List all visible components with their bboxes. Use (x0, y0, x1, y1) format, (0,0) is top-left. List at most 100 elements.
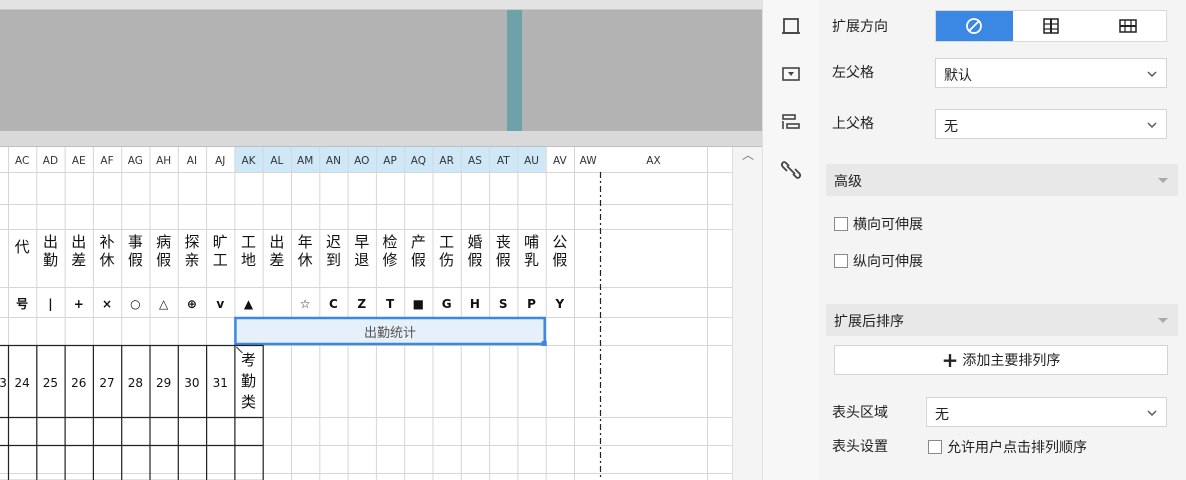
header-area-select[interactable]: 无 (926, 397, 1167, 427)
leave-type-label: 工 (439, 233, 454, 251)
chevron-down-icon (1147, 122, 1157, 128)
leave-type-label: 退 (354, 251, 369, 269)
leave-type-label: 婚 (467, 233, 482, 251)
leave-type-label: 事 (128, 233, 143, 251)
leave-type-label: 假 (467, 251, 482, 269)
add-sort-label: 添加主要排列序 (962, 353, 1061, 369)
attendance-symbol: v (216, 297, 224, 311)
column-label: AL (270, 155, 283, 167)
frozen-region (0, 10, 762, 131)
column-label: AJ (215, 155, 225, 167)
add-primary-sort-button[interactable]: + 添加主要排列序 (834, 345, 1168, 375)
frozen-divider[interactable] (507, 10, 522, 131)
scroll-up-icon[interactable]: ︿ (739, 147, 757, 163)
cell-grid[interactable]: AC AD AE AF AG AH AI AJ AK AL AM AN AO AP AQ AR AS AT AU AV… (0, 147, 732, 480)
leave-type-label: 病 (156, 233, 171, 251)
leave-type-label: 探 (184, 233, 199, 251)
day-number: 25 (43, 376, 58, 390)
column-label: AS (468, 155, 482, 167)
leave-type-label: 修 (383, 251, 398, 269)
header-area-value: 无 (935, 407, 949, 423)
advanced-title: 高级 (834, 174, 862, 190)
spreadsheet-area[interactable]: AC AD AE AF AG AH AI AJ AK AL AM AN AO AP AQ AR AS AT AU AV… (0, 0, 762, 480)
category-char: 类 (241, 393, 256, 411)
day-number: 26 (71, 376, 86, 390)
vertical-expand-option[interactable]: 纵向可伸展 (834, 251, 923, 271)
day-number: 27 (99, 376, 114, 390)
attendance-symbol: × (102, 297, 112, 311)
leave-type-label: 年 (298, 233, 313, 251)
cell-box-icon[interactable] (781, 16, 801, 36)
header-area-label: 表头区域 (832, 405, 888, 421)
vertical-expand-label: 纵向可伸展 (853, 254, 923, 270)
attendance-symbol: ☆ (300, 297, 311, 311)
leave-type-label: 公 (552, 233, 567, 251)
category-char: 考 (241, 351, 256, 369)
leave-type-label: 假 (411, 251, 426, 269)
collapse-triangle-icon (1158, 178, 1168, 183)
vertical-expand-checkbox[interactable] (834, 254, 848, 268)
corner-marker (236, 346, 243, 354)
leave-type-label: 休 (298, 251, 313, 269)
link-icon[interactable] (781, 160, 801, 180)
column-label: AP (383, 155, 397, 167)
widget-icon[interactable] (781, 112, 801, 132)
day-number: 31 (213, 376, 228, 390)
column-label: AI (187, 155, 197, 167)
allow-user-sort-option[interactable]: 允许用户点击排列顺序 (928, 437, 1087, 457)
leave-type-label: 休 (100, 251, 115, 269)
column-label: AW (580, 155, 598, 167)
expand-horizontal-button[interactable] (1089, 11, 1166, 41)
leave-type-label: 工 (241, 233, 256, 251)
leave-type-label: 假 (496, 251, 511, 269)
leave-type-label: 旷 (213, 233, 228, 251)
collapse-triangle-icon (1158, 318, 1168, 323)
column-label: AU (524, 155, 539, 167)
leave-type-label: 出 (71, 233, 86, 251)
sort-title: 扩展后排序 (834, 314, 904, 330)
vertical-grid-icon (1043, 18, 1059, 34)
leave-type-label: 亲 (184, 251, 199, 269)
allow-user-sort-label: 允许用户点击排列顺序 (947, 440, 1087, 456)
allow-user-sort-checkbox[interactable] (928, 440, 942, 454)
expand-direction-label: 扩展方向 (832, 19, 888, 35)
leave-type-label: 哺 (524, 233, 539, 251)
column-label: AF (100, 155, 113, 167)
category-char: 勤 (241, 372, 256, 390)
attendance-symbol: ○ (130, 297, 140, 311)
column-label: AK (242, 155, 257, 167)
leave-type-label: 丧 (496, 233, 511, 251)
attribute-tab-strip (762, 0, 818, 480)
leave-type-label: 假 (156, 251, 171, 269)
column-label: AC (15, 155, 29, 167)
partial-day-number: 3 (0, 376, 7, 390)
horizontal-expand-checkbox[interactable] (834, 217, 848, 231)
column-label: AT (497, 155, 510, 167)
advanced-section-header[interactable]: 高级 (826, 164, 1178, 196)
left-parent-select[interactable]: 默认 (935, 58, 1167, 88)
cell-dropdown-icon[interactable] (781, 64, 801, 84)
attendance-symbol: C (329, 297, 338, 311)
leave-type-label: 假 (128, 251, 143, 269)
horizontal-expand-option[interactable]: 横向可伸展 (834, 214, 923, 234)
horizontal-expand-label: 横向可伸展 (853, 217, 923, 233)
column-label: AG (128, 155, 143, 167)
expand-vertical-button[interactable] (1013, 11, 1090, 41)
vertical-scrollbar[interactable]: ︿ (732, 147, 762, 480)
top-parent-select[interactable]: 无 (935, 109, 1167, 139)
leave-type-label: 迟 (326, 233, 341, 251)
sort-section-header[interactable]: 扩展后排序 (826, 304, 1178, 336)
left-parent-value: 默认 (944, 68, 972, 84)
attendance-symbol: △ (159, 297, 169, 311)
leave-type-label: 差 (269, 251, 284, 269)
column-label: AM (297, 155, 313, 167)
leave-type-label: 乳 (524, 251, 539, 269)
leave-type-label: 到 (326, 251, 341, 269)
left-parent-label: 左父格 (832, 65, 874, 81)
column-label: AO (354, 155, 369, 167)
attendance-symbol: ⊕ (187, 297, 197, 311)
expand-direction-toggle (935, 10, 1167, 42)
expand-none-button[interactable] (936, 11, 1013, 41)
leave-type-label: 检 (383, 233, 398, 251)
attendance-symbol: + (74, 297, 84, 311)
